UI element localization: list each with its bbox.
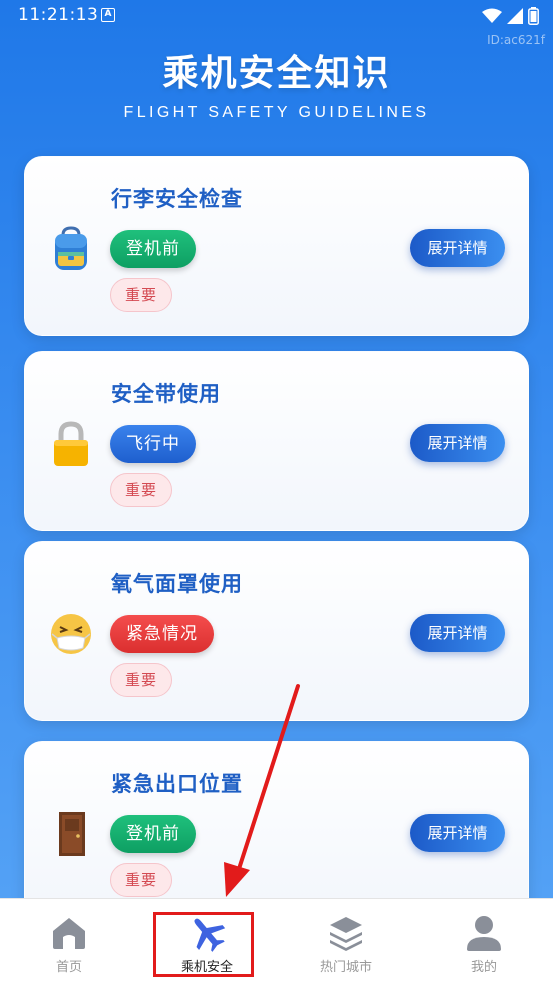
page-title: 乘机安全知识 xyxy=(162,53,391,94)
mask-face-icon xyxy=(51,614,91,654)
door-icon xyxy=(59,812,85,856)
card-title: 紧急出口位置 xyxy=(111,772,243,796)
phase-tag: 登机前 xyxy=(110,815,196,853)
lock-icon xyxy=(54,421,88,466)
expand-details-button[interactable]: 展开详情 xyxy=(410,814,505,852)
battery-icon xyxy=(528,7,539,25)
status-time: 11:21:13 xyxy=(18,5,99,25)
home-icon xyxy=(53,918,85,949)
tab-label: 热门城市 xyxy=(319,960,372,975)
tab-label: 我的 xyxy=(470,960,497,975)
importance-badge: 重要 xyxy=(110,863,173,897)
importance-badge: 重要 xyxy=(110,278,173,312)
annotation-highlight-box xyxy=(153,912,254,977)
card-title: 氧气面罩使用 xyxy=(111,572,243,596)
page-subtitle: FLIGHT SAFETY GUIDELINES xyxy=(123,104,430,121)
bottom-tab-bar: 首页 乘机安全 热门城市 我的 xyxy=(0,898,553,984)
card-title: 行李安全检查 xyxy=(111,187,243,211)
phase-tag: 紧急情况 xyxy=(110,615,214,653)
status-icons xyxy=(482,7,539,25)
tab-home[interactable]: 首页 xyxy=(0,899,138,984)
notification-icon: A xyxy=(101,8,115,22)
expand-details-button[interactable]: 展开详情 xyxy=(410,424,505,462)
backpack-icon xyxy=(55,226,87,270)
card-title: 安全带使用 xyxy=(111,382,221,406)
safety-card-seatbelt[interactable]: 安全带使用 飞行中 重要 展开详情 xyxy=(24,351,529,531)
layers-icon xyxy=(330,917,362,951)
phase-tag: 登机前 xyxy=(110,230,196,268)
safety-card-oxygen-mask[interactable]: 氧气面罩使用 紧急情况 重要 展开详情 xyxy=(24,541,529,721)
signal-icon xyxy=(507,8,523,24)
importance-badge: 重要 xyxy=(110,473,173,507)
tab-profile[interactable]: 我的 xyxy=(415,899,553,984)
expand-details-button[interactable]: 展开详情 xyxy=(410,229,505,267)
wifi-icon xyxy=(482,8,502,23)
tab-popular-cities[interactable]: 热门城市 xyxy=(277,899,415,984)
tab-label: 首页 xyxy=(55,960,82,975)
phase-tag: 飞行中 xyxy=(110,425,196,463)
safety-card-luggage[interactable]: 行李安全检查 登机前 重要 展开详情 xyxy=(24,156,529,336)
expand-details-button[interactable]: 展开详情 xyxy=(410,614,505,652)
safety-card-emergency-exit[interactable]: 紧急出口位置 登机前 重要 展开详情 xyxy=(24,741,529,921)
status-bar: 11:21:13 A xyxy=(0,0,553,32)
user-icon xyxy=(467,916,501,951)
importance-badge: 重要 xyxy=(110,663,173,697)
